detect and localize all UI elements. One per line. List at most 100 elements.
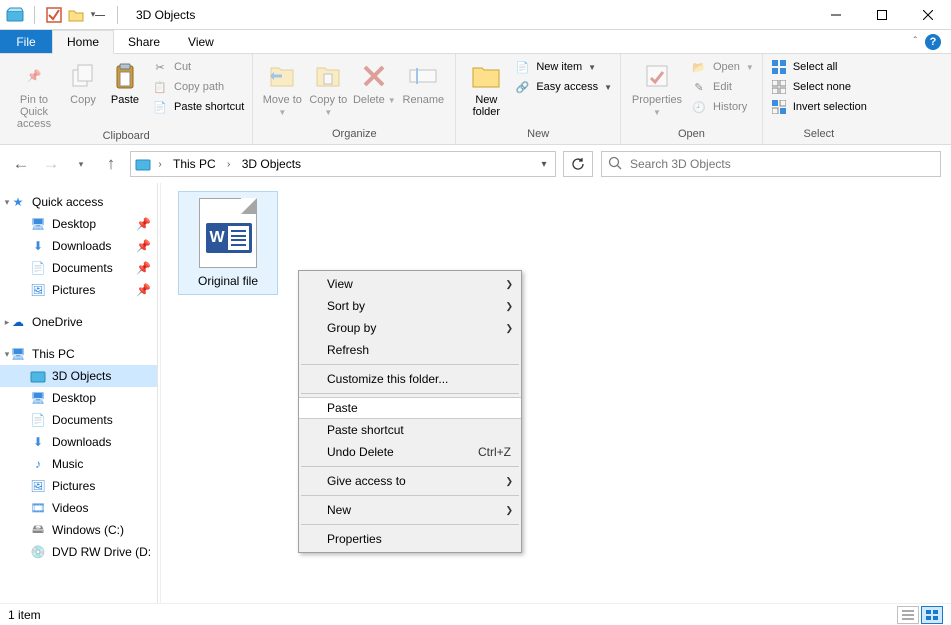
select-all-icon: [771, 59, 787, 75]
ctx-customize-folder[interactable]: Customize this folder...: [299, 368, 521, 390]
breadcrumb-dropdown[interactable]: ▾: [537, 159, 551, 170]
nav-music[interactable]: ♪Music: [0, 453, 157, 475]
nav-onedrive[interactable]: ▸☁OneDrive: [0, 311, 157, 333]
file-item-original[interactable]: W Original file: [178, 191, 278, 295]
nav-quick-access[interactable]: ▾★Quick access: [0, 191, 157, 213]
chevron-down-icon[interactable]: ▾: [2, 349, 12, 360]
ctx-new[interactable]: New: [299, 499, 521, 521]
breadcrumb-icon: [135, 156, 151, 172]
pin-icon: 📌: [18, 60, 50, 92]
nav-documents-pc[interactable]: 📄Documents: [0, 409, 157, 431]
cut-button[interactable]: ✂Cut: [150, 58, 246, 76]
copy-to-icon: [312, 60, 344, 92]
forward-button[interactable]: →: [40, 153, 62, 175]
status-count: 1 item: [8, 608, 41, 622]
history-button[interactable]: 🕘History: [689, 98, 756, 116]
nav-desktop-pc[interactable]: 🖥Desktop: [0, 387, 157, 409]
cut-icon: ✂: [152, 59, 168, 75]
this-pc-icon: 🖥: [10, 346, 26, 362]
nav-this-pc[interactable]: ▾🖥This PC: [0, 343, 157, 365]
search-input[interactable]: [628, 156, 934, 172]
ctx-give-access-to[interactable]: Give access to: [299, 470, 521, 492]
nav-documents[interactable]: 📄Documents📌: [0, 257, 157, 279]
recent-locations-button[interactable]: ▾: [70, 153, 92, 175]
minimize-button[interactable]: [813, 0, 859, 30]
properties-button[interactable]: Properties ▼: [627, 58, 687, 119]
ctx-sort-by[interactable]: Sort by: [299, 295, 521, 317]
new-item-button[interactable]: 📄New item ▼: [512, 58, 614, 76]
ribbon-collapse-icon[interactable]: ˆ: [914, 36, 917, 47]
view-large-icons-button[interactable]: [921, 606, 943, 624]
nav-c-drive[interactable]: 🖴Windows (C:): [0, 519, 157, 541]
nav-pictures-pc[interactable]: 🖼Pictures: [0, 475, 157, 497]
copy-path-button[interactable]: 📋Copy path: [150, 78, 246, 96]
edit-button[interactable]: ✎Edit: [689, 78, 756, 96]
tab-share[interactable]: Share: [114, 30, 174, 53]
easy-access-button[interactable]: 🔗Easy access ▼: [512, 78, 614, 96]
paste-shortcut-button[interactable]: 📄Paste shortcut: [150, 98, 246, 116]
nav-downloads-pc[interactable]: ⬇Downloads: [0, 431, 157, 453]
ctx-refresh[interactable]: Refresh: [299, 339, 521, 361]
nav-videos[interactable]: 🎞Videos: [0, 497, 157, 519]
move-to-button[interactable]: Move to ▼: [259, 58, 305, 119]
downloads-icon: ⬇: [30, 238, 46, 254]
nav-pictures[interactable]: 🖼Pictures📌: [0, 279, 157, 301]
qat-folder-icon[interactable]: [67, 6, 85, 24]
search-box[interactable]: [601, 151, 941, 177]
breadcrumb-this-pc[interactable]: This PC: [169, 157, 220, 171]
ribbon-group-clipboard: 📌 Pin to Quick access Copy Paste ✂Cut 📋C…: [0, 54, 253, 144]
refresh-button[interactable]: [563, 151, 593, 177]
easy-access-icon: 🔗: [514, 79, 530, 95]
breadcrumb-3d-objects[interactable]: 3D Objects: [238, 157, 305, 171]
tab-file[interactable]: File: [0, 30, 52, 53]
ctx-properties[interactable]: Properties: [299, 528, 521, 550]
open-button[interactable]: 📂Open ▼: [689, 58, 756, 76]
rename-button[interactable]: Rename: [397, 58, 449, 106]
chevron-down-icon[interactable]: ▾: [2, 197, 12, 208]
drive-icon: 🖴: [30, 522, 46, 538]
copy-icon: [67, 60, 99, 92]
ctx-group-by[interactable]: Group by: [299, 317, 521, 339]
select-none-button[interactable]: Select none: [769, 78, 869, 96]
qat-checkbox-icon[interactable]: [45, 6, 63, 24]
chevron-right-icon[interactable]: ▸: [2, 317, 12, 328]
window-title: 3D Objects: [136, 8, 195, 22]
nav-desktop[interactable]: 🖥Desktop📌: [0, 213, 157, 235]
paste-icon: [109, 60, 141, 92]
new-folder-button[interactable]: New folder: [462, 58, 510, 118]
maximize-button[interactable]: [859, 0, 905, 30]
ribbon: 📌 Pin to Quick access Copy Paste ✂Cut 📋C…: [0, 54, 951, 145]
ribbon-group-new: New folder 📄New item ▼ 🔗Easy access ▼ Ne…: [456, 54, 621, 144]
address-bar[interactable]: › This PC › 3D Objects ▾: [130, 151, 556, 177]
ribbon-group-organize: Move to ▼ Copy to ▼ Delete ▼ Rename Orga…: [253, 54, 456, 144]
back-button[interactable]: ←: [10, 153, 32, 175]
up-button[interactable]: ↑: [100, 153, 122, 175]
pin-to-quick-access-button[interactable]: 📌 Pin to Quick access: [6, 58, 62, 130]
desktop-icon: 🖥: [30, 216, 46, 232]
breadcrumb-caret[interactable]: ›: [222, 159, 236, 170]
nav-downloads[interactable]: ⬇Downloads📌: [0, 235, 157, 257]
ctx-view[interactable]: View: [299, 273, 521, 295]
breadcrumb-root-caret[interactable]: ›: [153, 159, 167, 170]
ctx-paste[interactable]: Paste: [299, 397, 521, 419]
invert-selection-button[interactable]: Invert selection: [769, 98, 869, 116]
tab-home[interactable]: Home: [52, 30, 114, 54]
paste-button[interactable]: Paste: [104, 58, 146, 106]
pin-icon: 📌: [136, 217, 151, 231]
nav-dvd-drive[interactable]: 💿DVD RW Drive (D:): [0, 541, 157, 563]
view-details-button[interactable]: [897, 606, 919, 624]
title-bar: ▾ 3D Objects: [0, 0, 951, 30]
qat-dropdown-icon[interactable]: ▾: [89, 6, 107, 24]
help-icon[interactable]: ?: [925, 34, 941, 50]
select-all-button[interactable]: Select all: [769, 58, 869, 76]
file-list[interactable]: W Original file: [164, 183, 951, 603]
copy-to-button[interactable]: Copy to ▼: [305, 58, 351, 119]
pin-icon: 📌: [136, 283, 151, 297]
copy-button[interactable]: Copy: [62, 58, 104, 106]
ctx-paste-shortcut[interactable]: Paste shortcut: [299, 419, 521, 441]
delete-button[interactable]: Delete ▼: [351, 58, 397, 107]
ctx-undo-delete[interactable]: Undo DeleteCtrl+Z: [299, 441, 521, 463]
nav-3d-objects[interactable]: 3D Objects: [0, 365, 157, 387]
tab-view[interactable]: View: [174, 30, 228, 53]
close-button[interactable]: [905, 0, 951, 30]
